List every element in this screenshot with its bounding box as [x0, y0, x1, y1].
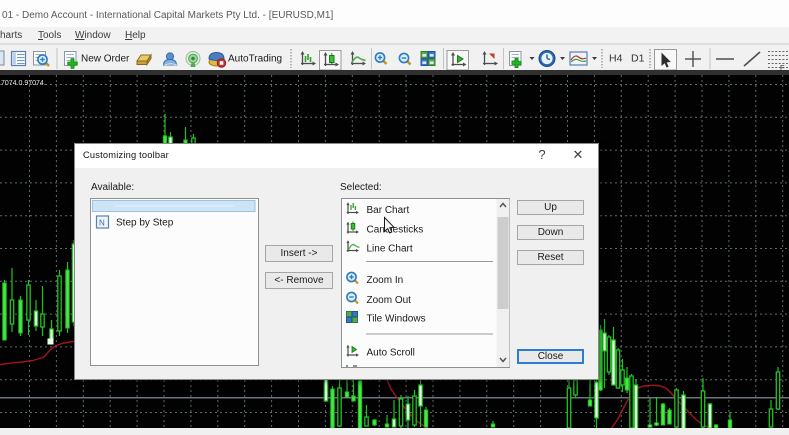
svg-text:Zoom In: Zoom In [367, 275, 404, 286]
svg-text:Zoom Out: Zoom Out [367, 295, 412, 306]
svg-text:Bar Chart: Bar Chart [367, 205, 410, 216]
svg-text:Auto Scroll: Auto Scroll [367, 347, 415, 358]
svg-text:Candlesticks: Candlesticks [367, 224, 424, 235]
svg-text:Line Chart: Line Chart [367, 243, 413, 254]
svg-text:H4: H4 [609, 53, 623, 65]
svg-text:New Order: New Order [81, 54, 130, 65]
svg-text:Tile Windows: Tile Windows [367, 313, 426, 324]
svg-text:Step by Step: Step by Step [116, 218, 174, 229]
svg-text:F: F [780, 63, 785, 70]
svg-text:7074.0.97074.: 7074.0.97074. [1, 80, 46, 87]
svg-text:N: N [99, 219, 105, 228]
svg-text:D1: D1 [631, 53, 645, 65]
svg-text:AutoTrading: AutoTrading [228, 54, 282, 65]
